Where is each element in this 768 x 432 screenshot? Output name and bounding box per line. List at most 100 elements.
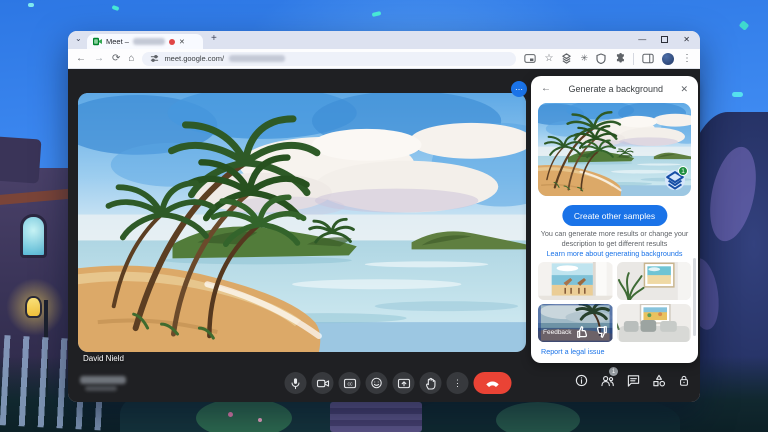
beach-video-art [78, 93, 526, 352]
more-options-button[interactable]: ⋮ [447, 372, 469, 394]
microphone-icon [290, 377, 302, 390]
url-redacted [229, 55, 285, 62]
report-legal-issue-link[interactable]: Report a legal issue [541, 347, 605, 356]
hint-line-2: description to get different results [539, 239, 690, 249]
background-layers-button[interactable]: 1 [665, 170, 685, 190]
browser-tab-meet[interactable]: Meet – ✕ [87, 34, 203, 49]
tab-title: Meet – [106, 37, 129, 46]
extension-layers-icon[interactable] [561, 53, 572, 64]
minimize-button[interactable]: — [638, 35, 646, 44]
media-controls-icon[interactable] [524, 53, 536, 64]
browser-menu-icon[interactable]: ⋮ [682, 54, 692, 64]
wallpaper-shape [258, 418, 262, 422]
captions-label: cc [347, 381, 353, 387]
people-button[interactable]: 1 [600, 374, 615, 392]
profile-avatar[interactable] [662, 53, 674, 65]
activities-icon [652, 374, 666, 387]
wallpaper-shape [112, 5, 120, 11]
reload-button[interactable]: ⟳ [112, 54, 120, 64]
wallpaper-shape [372, 11, 382, 17]
panel-back-button[interactable]: ← [541, 84, 551, 94]
panel-header: ← Generate a background ✕ [531, 76, 698, 102]
site-settings-tune-icon[interactable] [150, 54, 159, 63]
window-controls: — ✕ [638, 31, 690, 47]
extension-asterisk-icon[interactable]: ✳ [580, 54, 588, 63]
tab-strip: ⌄ Meet – ✕ + — ✕ [68, 31, 700, 49]
meet-favicon-icon [93, 37, 102, 46]
new-tab-button[interactable]: + [211, 33, 217, 44]
panel-title: Generate a background [551, 84, 680, 94]
activities-button[interactable] [652, 374, 666, 392]
url-text: meet.google.com/ [164, 54, 224, 63]
raise-hand-button[interactable] [420, 372, 442, 394]
camera-button[interactable] [312, 372, 334, 394]
panel-scrollbar[interactable] [693, 258, 696, 336]
address-bar[interactable]: meet.google.com/ [142, 52, 516, 66]
present-screen-icon [397, 378, 410, 389]
panel-close-button[interactable]: ✕ [680, 85, 688, 94]
create-other-samples-button[interactable]: Create other samples [562, 205, 667, 226]
host-controls-button[interactable] [678, 374, 690, 392]
wallpaper-shape [196, 398, 292, 432]
tile-options-button[interactable]: ⋯ [511, 81, 527, 97]
tab-title-redacted [133, 38, 165, 45]
chat-icon [627, 374, 640, 387]
extension-shield-icon[interactable] [596, 53, 606, 64]
toolbar-divider [633, 53, 634, 65]
info-icon [575, 374, 588, 387]
host-controls-lock-icon [678, 374, 690, 387]
learn-more-link[interactable]: Learn more about generating backgrounds [531, 249, 698, 258]
recording-indicator-icon [169, 39, 175, 45]
more-options-dots: ⋮ [453, 379, 462, 388]
wallpaper-steps [330, 402, 422, 432]
sample-thumbnail-beach-chairs[interactable] [538, 262, 613, 300]
side-panel-icon[interactable] [642, 53, 654, 64]
generation-hint-text: You can generate more results or change … [539, 229, 690, 249]
bookmark-star-icon[interactable]: ☆ [544, 54, 553, 64]
captions-button[interactable]: cc [339, 372, 361, 394]
sample-thumbnail-feedback[interactable]: Feedback [538, 304, 613, 342]
wallpaper-lamp [25, 296, 42, 318]
redacted-clock-meeting-code [80, 376, 126, 384]
desktop-wallpaper: ⌄ Meet – ✕ + — ✕ ← → [0, 0, 768, 432]
call-controls: cc [285, 372, 512, 394]
end-call-button[interactable] [474, 372, 512, 394]
reactions-smiley-icon [371, 377, 383, 389]
captions-icon: cc [343, 378, 356, 389]
browser-window: ⌄ Meet – ✕ + — ✕ ← → [68, 31, 700, 402]
feedback-row: Feedback [538, 325, 613, 339]
extensions-puzzle-icon[interactable] [614, 53, 625, 64]
feedback-label: Feedback [543, 329, 572, 336]
thumbs-up-icon[interactable] [576, 325, 590, 339]
redacted-meeting-code-line2 [85, 386, 117, 391]
sample-thumbnail-living-room[interactable] [617, 304, 692, 342]
raise-hand-icon [425, 377, 436, 390]
tile-options-dots: ⋯ [515, 85, 523, 94]
camera-icon [316, 378, 329, 389]
tab-search-chevron-icon[interactable]: ⌄ [75, 34, 82, 43]
participant-name: David Nield [83, 354, 124, 363]
home-button[interactable]: ⌂ [128, 54, 134, 64]
sample-thumbnails-grid: Feedback [538, 262, 691, 342]
browser-toolbar: ← → ⟳ ⌂ meet.google.com/ ☆ [68, 49, 700, 69]
close-window-button[interactable]: ✕ [683, 35, 690, 44]
end-call-icon [485, 379, 501, 387]
sample-thumbnail-framed-art-plant[interactable] [617, 262, 692, 300]
thumbs-down-icon[interactable] [594, 325, 608, 339]
people-count-badge: 1 [609, 367, 618, 376]
present-screen-button[interactable] [393, 372, 415, 394]
tab-close-icon[interactable]: ✕ [179, 38, 185, 46]
preview-count-badge: 1 [678, 166, 688, 176]
chat-button[interactable] [627, 374, 640, 392]
back-button[interactable]: ← [76, 54, 86, 64]
generated-background-preview[interactable]: 1 [538, 103, 691, 196]
wallpaper-shape [496, 402, 580, 432]
maximize-button[interactable] [661, 36, 668, 43]
reactions-button[interactable] [366, 372, 388, 394]
meeting-details-button[interactable] [575, 374, 588, 392]
forward-button[interactable]: → [94, 54, 104, 64]
wallpaper-window-glow [20, 214, 47, 258]
participant-video-tile[interactable] [78, 93, 526, 352]
wallpaper-shape [732, 92, 743, 97]
microphone-button[interactable] [285, 372, 307, 394]
